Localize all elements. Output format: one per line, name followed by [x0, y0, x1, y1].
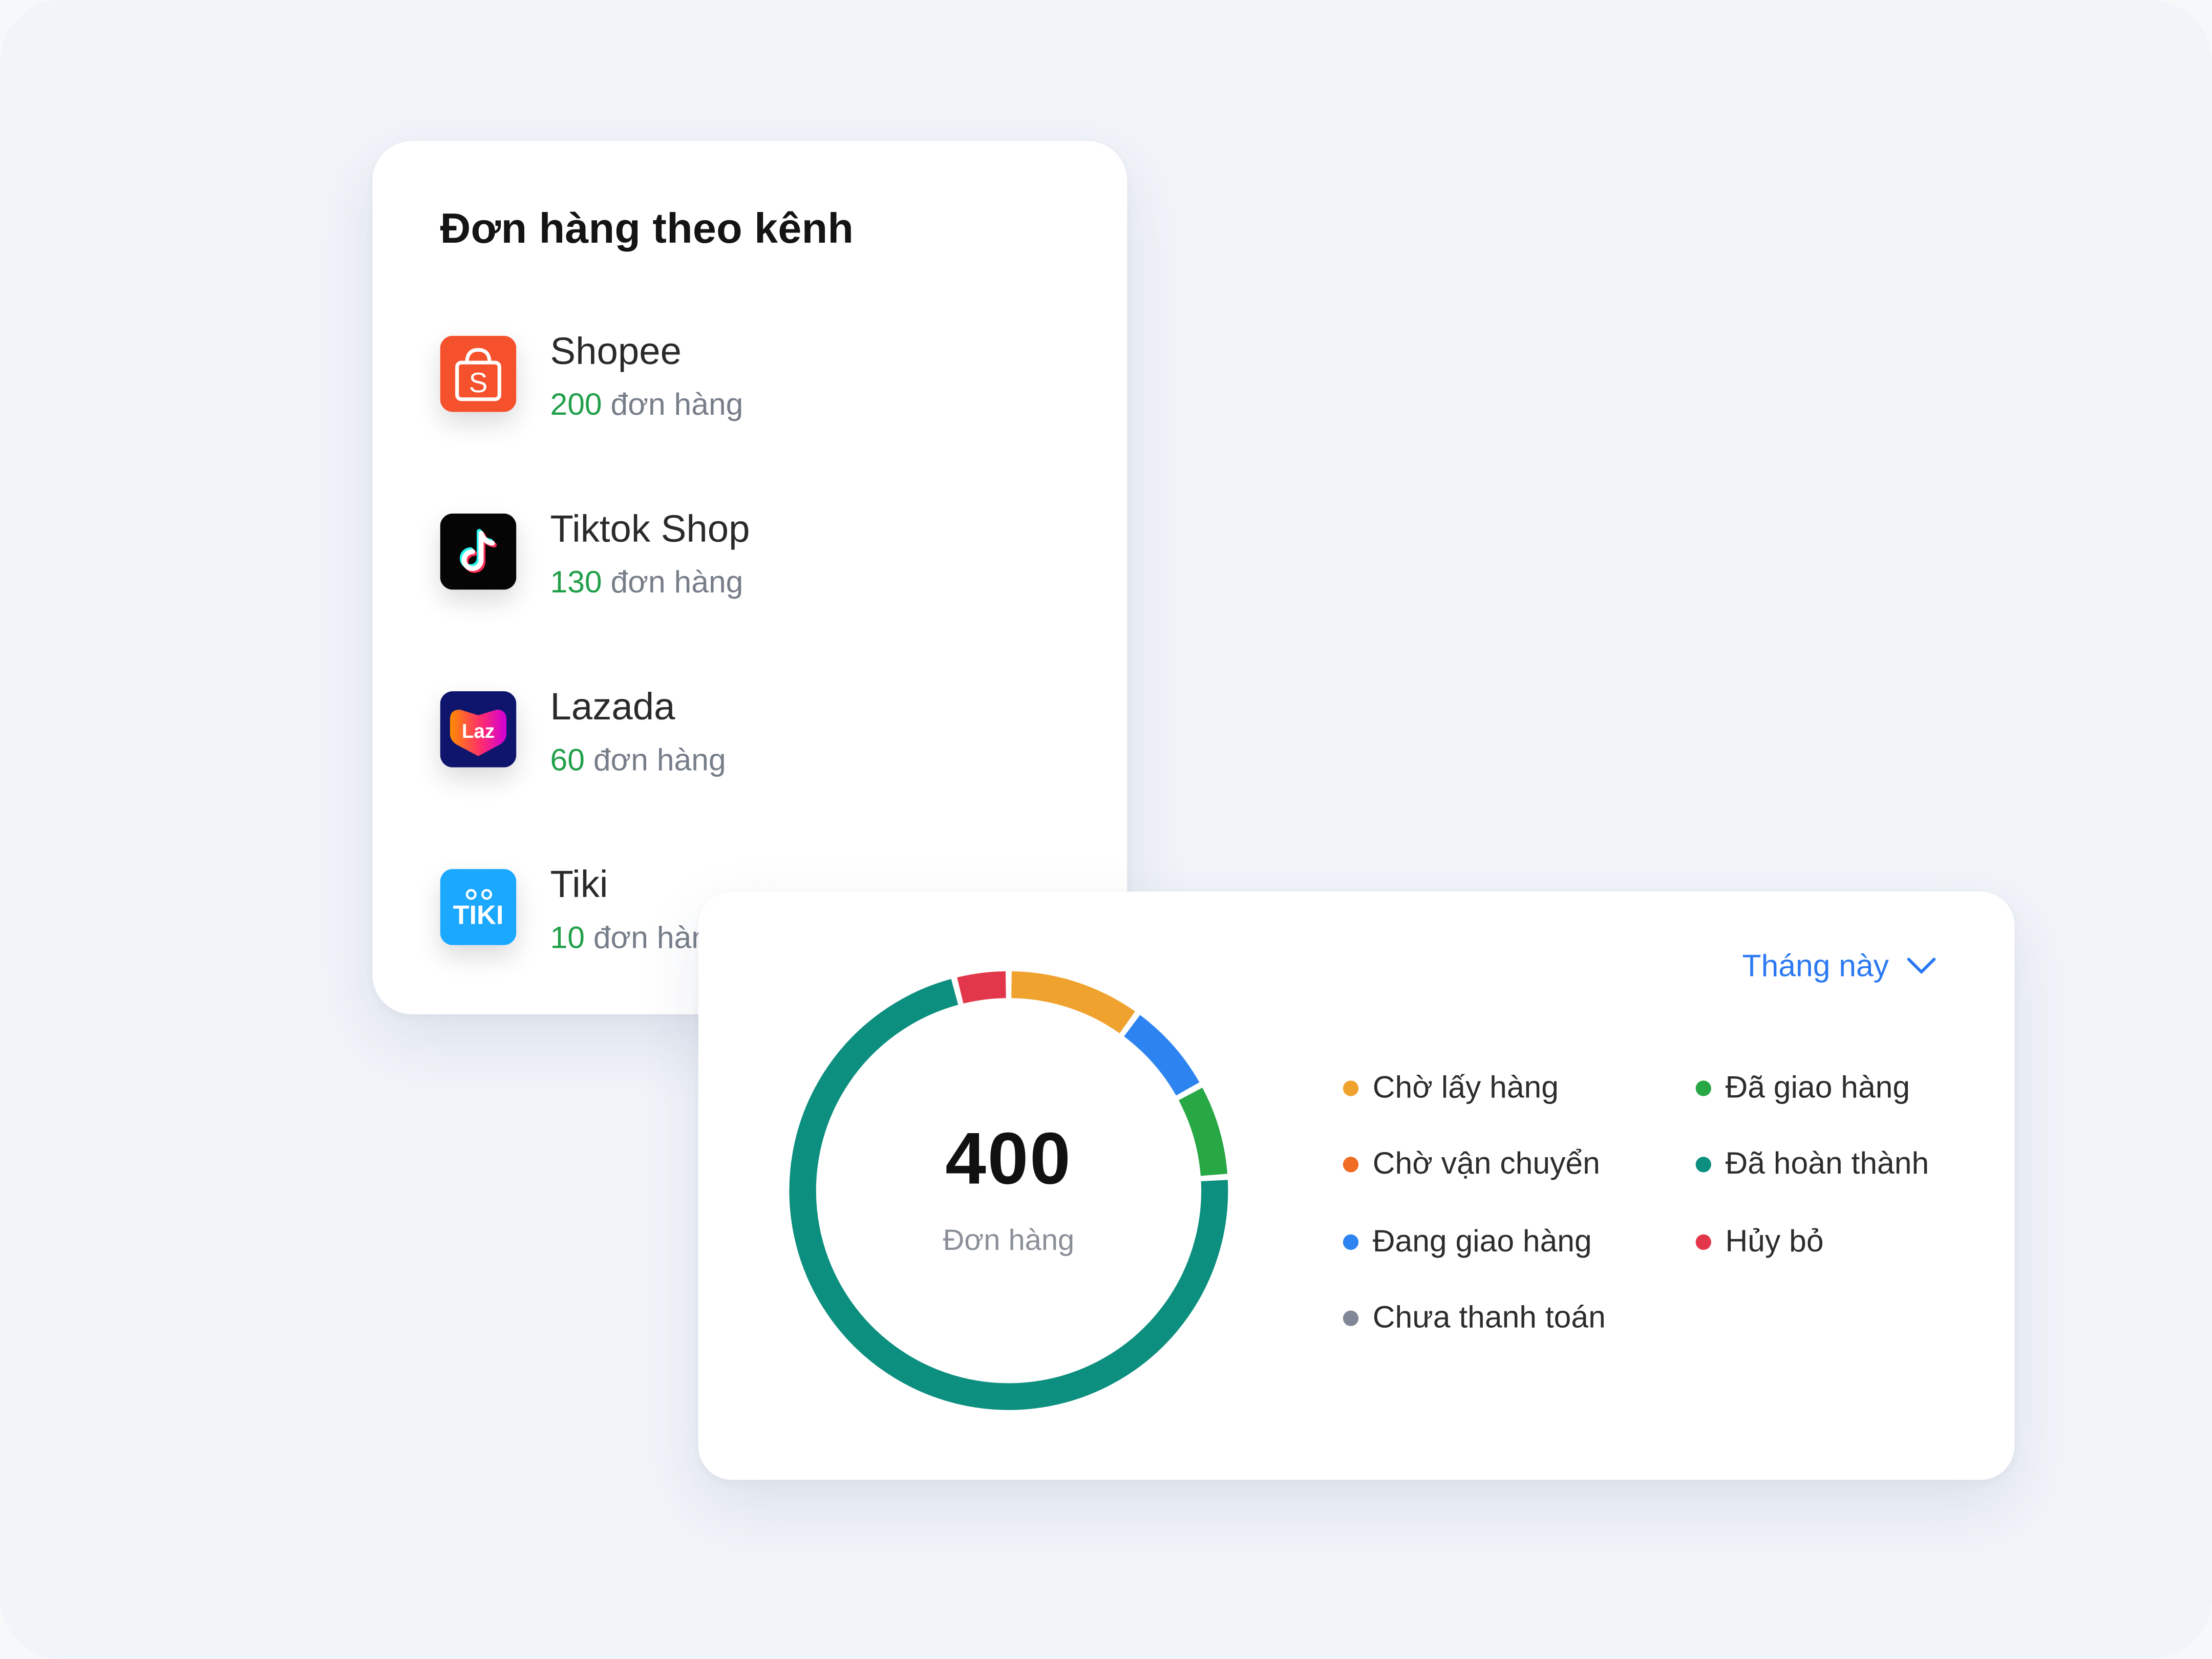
legend-label: Chưa thanh toán — [1372, 1299, 1606, 1335]
legend-item-da-hoan-thanh: Đã hoàn thành — [1695, 1145, 1929, 1182]
period-label: Tháng này — [1742, 948, 1889, 984]
channel-name: Tiki — [550, 863, 608, 906]
donut-segment-0 — [1011, 971, 1135, 1034]
legend-swatch — [1343, 1080, 1359, 1096]
svg-text:Laz: Laz — [462, 720, 495, 742]
channel-item-tiktok-shop[interactable]: Tiktok Shop 130 đơn hàng — [440, 508, 1089, 609]
legend-item-cho-lay-hang: Chờ lấy hàng — [1343, 1069, 1559, 1106]
order-status-card: Tháng này 400 Đơn hàng Chờ lấy hàng Chờ … — [698, 891, 2015, 1480]
channel-name: Tiktok Shop — [550, 507, 750, 550]
legend-item-da-giao-hang: Đã giao hàng — [1695, 1069, 1910, 1106]
period-dropdown[interactable]: Tháng này — [1742, 942, 1937, 990]
total-orders-value: 400 — [945, 1118, 1072, 1201]
orders-by-channel-card: Đơn hàng theo kênh S Shopee 200 đơn hàng — [372, 141, 1128, 1014]
channel-order-count: 200 đơn hàng — [550, 386, 743, 422]
legend-swatch — [1695, 1233, 1711, 1249]
stage: Đơn hàng theo kênh S Shopee 200 đơn hàng — [0, 0, 2212, 1659]
legend-swatch — [1343, 1233, 1359, 1249]
legend-item-cho-van-chuyen: Chờ vận chuyển — [1343, 1145, 1600, 1182]
channel-item-shopee[interactable]: S Shopee 200 đơn hàng — [440, 330, 1089, 432]
shopee-logo-icon: S — [440, 335, 517, 412]
legend-label: Đang giao hàng — [1372, 1223, 1592, 1259]
legend-label: Chờ lấy hàng — [1372, 1069, 1559, 1105]
chevron-down-icon — [1907, 958, 1936, 974]
legend-label: Đã giao hàng — [1725, 1069, 1910, 1105]
card-title: Đơn hàng theo kênh — [440, 206, 854, 253]
legend-item-chua-thanh-toan: Chưa thanh toán — [1343, 1299, 1606, 1336]
legend-swatch — [1695, 1156, 1711, 1172]
legend-swatch — [1343, 1156, 1359, 1172]
legend-label: Đã hoàn thành — [1725, 1145, 1929, 1181]
legend-label: Hủy bỏ — [1725, 1223, 1824, 1259]
svg-text:TIKI: TIKI — [453, 901, 504, 930]
total-orders-label: Đơn hàng — [943, 1224, 1075, 1257]
channel-order-count: 130 đơn hàng — [550, 564, 743, 600]
tiktok-logo-icon — [440, 513, 517, 590]
donut-segment-1 — [1123, 1015, 1200, 1096]
channel-item-lazada[interactable]: Laz Lazada 60 đơn hàng — [440, 686, 1089, 787]
tiki-logo-icon: TIKI — [440, 869, 517, 945]
legend-item-huy-bo: Hủy bỏ — [1695, 1223, 1824, 1260]
lazada-logo-icon: Laz — [440, 691, 517, 768]
channel-order-count: 60 đơn hàng — [550, 742, 726, 778]
legend-item-dang-giao-hang: Đang giao hàng — [1343, 1223, 1592, 1260]
channel-name: Shopee — [550, 330, 682, 373]
legend-swatch — [1695, 1080, 1711, 1096]
svg-text:S: S — [469, 367, 488, 398]
legend-swatch — [1343, 1310, 1359, 1326]
channel-name: Lazada — [550, 685, 675, 728]
legend-label: Chờ vận chuyển — [1372, 1145, 1600, 1181]
donut-segment-4 — [957, 971, 1007, 1004]
